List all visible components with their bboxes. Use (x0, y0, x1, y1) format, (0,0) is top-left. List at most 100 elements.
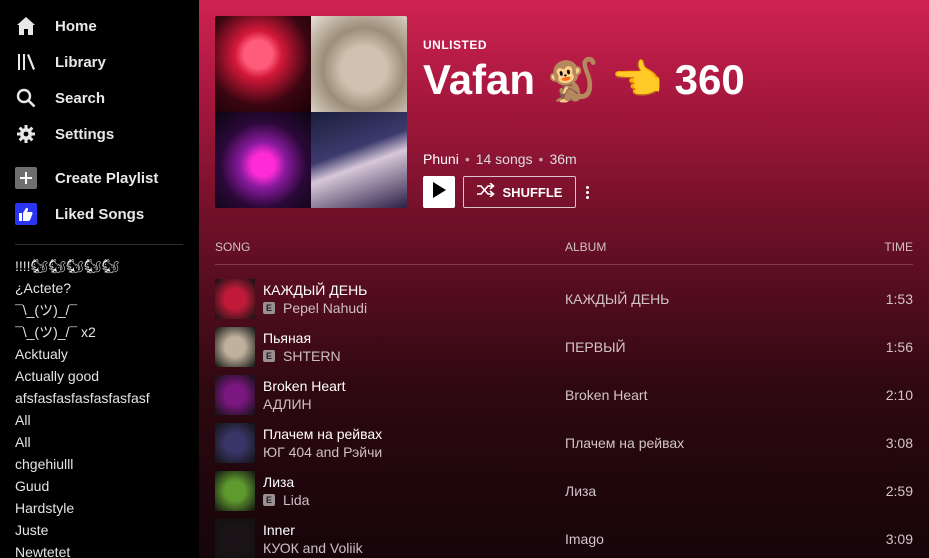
track-row[interactable]: Broken Heart АДЛИН Broken Heart 2:10 (215, 372, 913, 420)
track-row[interactable]: Inner КУОК and Voliik Imago 3:09 (215, 516, 913, 558)
track-art (215, 519, 255, 558)
cover-tile (215, 112, 311, 208)
explicit-badge: E (263, 494, 275, 506)
cover-tile (311, 16, 407, 112)
track-artist[interactable]: КУОК and Voliik (263, 540, 363, 556)
track-album[interactable]: Imago (565, 531, 604, 547)
track-artist[interactable]: E Pepel Nahudi (263, 300, 367, 316)
track-album[interactable]: Плачем на рейвах (565, 435, 684, 451)
library-icon (15, 51, 37, 73)
track-duration: 3:08 (885, 435, 913, 451)
playlist-item[interactable]: afsfasfasfasfasfasfasf (15, 387, 199, 409)
track-album[interactable]: ПЕРВЫЙ (565, 339, 626, 355)
playlist-item[interactable]: All (15, 431, 199, 453)
playlist-item[interactable]: Acktualy (15, 343, 199, 365)
shuffle-button[interactable]: SHUFFLE (463, 176, 576, 208)
track-title: Broken Heart (263, 378, 346, 394)
create-playlist-label: Create Playlist (55, 169, 159, 187)
track-duration: 1:56 (885, 339, 913, 355)
playlist-item[interactable]: ¿Actete? (15, 277, 199, 299)
track-duration: 2:10 (885, 387, 913, 403)
playlist-item[interactable]: Hardstyle (15, 497, 199, 519)
nav-home-label: Home (55, 17, 97, 35)
playlist-item[interactable]: Guud (15, 475, 199, 497)
liked-songs-label: Liked Songs (55, 205, 145, 223)
nav-library[interactable]: Library (0, 44, 199, 80)
explicit-badge: E (263, 302, 275, 314)
home-icon (15, 15, 37, 37)
track-artist[interactable]: АДЛИН (263, 396, 312, 412)
nav-settings-label: Settings (55, 125, 115, 143)
nav-search[interactable]: Search (0, 80, 199, 116)
playlist-controls: SHUFFLE (423, 176, 592, 208)
track-title: Плачем на рейвах (263, 426, 383, 442)
track-title: Пьяная (263, 330, 312, 346)
search-icon (15, 87, 37, 109)
track-art (215, 423, 255, 463)
playlist-item[interactable]: All (15, 409, 199, 431)
shuffle-icon (476, 181, 495, 202)
playlist-meta: Phuni • 14 songs • 36m (423, 151, 577, 167)
column-album[interactable]: ALBUM (565, 240, 606, 254)
sidebar: Home Library Search Settings Create Play… (0, 0, 199, 558)
gear-icon (15, 123, 37, 145)
playlist-duration: 36m (549, 151, 577, 167)
track-row[interactable]: Плачем на рейвах ЮГ 404 and Рэйчи Плачем… (215, 420, 913, 468)
page-title: Vafan 🐒 👈 360 (423, 56, 745, 103)
sidebar-divider (15, 244, 183, 245)
playlist-item[interactable]: Juste (15, 519, 199, 541)
track-row[interactable]: Пьяная E SHTERN ПЕРВЫЙ 1:56 (215, 324, 913, 372)
song-count: 14 songs (475, 151, 533, 167)
playlist-owner[interactable]: Phuni (423, 151, 459, 167)
track-title: КАЖДЫЙ ДЕНЬ (263, 282, 368, 298)
track-duration: 2:59 (885, 483, 913, 499)
playlist-item[interactable]: !!!!🐿🐿🐿🐿🐿 (15, 255, 199, 277)
explicit-badge: E (263, 350, 275, 362)
nav-settings[interactable]: Settings (0, 116, 199, 152)
cover-tile (311, 112, 407, 208)
track-art (215, 327, 255, 367)
playlist-cover-mosaic (215, 16, 407, 208)
track-title: Лиза (263, 474, 295, 490)
playlist-list: !!!!🐿🐿🐿🐿🐿 ¿Actete? ¯\_(ツ)_/¯ ¯\_(ツ)_/¯ x… (0, 255, 199, 558)
plus-icon (15, 167, 37, 189)
track-art (215, 375, 255, 415)
playlist-item[interactable]: ¯\_(ツ)_/¯ x2 (15, 321, 199, 343)
playlist-item[interactable]: chgehiulll (15, 453, 199, 475)
track-artist[interactable]: E SHTERN (263, 348, 341, 364)
playlist-item[interactable]: Newtetet (15, 541, 199, 558)
track-album[interactable]: Broken Heart (565, 387, 647, 403)
liked-songs-button[interactable]: Liked Songs (0, 196, 199, 232)
create-playlist-button[interactable]: Create Playlist (0, 160, 199, 196)
nav-home[interactable]: Home (0, 8, 199, 44)
shuffle-label: SHUFFLE (502, 184, 563, 200)
track-title: Inner (263, 522, 295, 538)
column-song[interactable]: SONG (215, 240, 250, 254)
track-row[interactable]: КАЖДЫЙ ДЕНЬ E Pepel Nahudi КАЖДЫЙ ДЕНЬ 1:… (215, 276, 913, 324)
playlist-item[interactable]: Actually good (15, 365, 199, 387)
track-art (215, 471, 255, 511)
track-row[interactable]: Лиза E Lida Лиза 2:59 (215, 468, 913, 516)
more-dot-icon (585, 185, 589, 189)
track-duration: 1:53 (885, 291, 913, 307)
track-duration: 3:09 (885, 531, 913, 547)
playlist-header: UNLISTED Vafan 🐒 👈 360 (423, 38, 745, 105)
playlist-item[interactable]: ¯\_(ツ)_/¯ (15, 299, 199, 321)
playlist-view: UNLISTED Vafan 🐒 👈 360 Phuni • 14 songs • 36… (199, 0, 929, 558)
track-art (215, 279, 255, 319)
nav-search-label: Search (55, 89, 106, 107)
cover-tile (215, 16, 311, 112)
track-artist[interactable]: E Lida (263, 492, 309, 508)
more-options-button[interactable] (582, 176, 592, 208)
thumbs-up-icon (15, 203, 37, 225)
track-artist[interactable]: ЮГ 404 and Рэйчи (263, 444, 382, 460)
play-icon (432, 181, 446, 203)
play-button[interactable] (423, 176, 455, 208)
track-album[interactable]: Лиза (565, 483, 596, 499)
track-table-header: SONG ALBUM TIME (215, 240, 913, 265)
column-time[interactable]: TIME (884, 240, 913, 254)
track-list: КАЖДЫЙ ДЕНЬ E Pepel Nahudi КАЖДЫЙ ДЕНЬ 1:… (215, 276, 913, 558)
nav-library-label: Library (55, 53, 106, 71)
track-album[interactable]: КАЖДЫЙ ДЕНЬ (565, 291, 669, 307)
visibility-label: UNLISTED (423, 38, 487, 52)
